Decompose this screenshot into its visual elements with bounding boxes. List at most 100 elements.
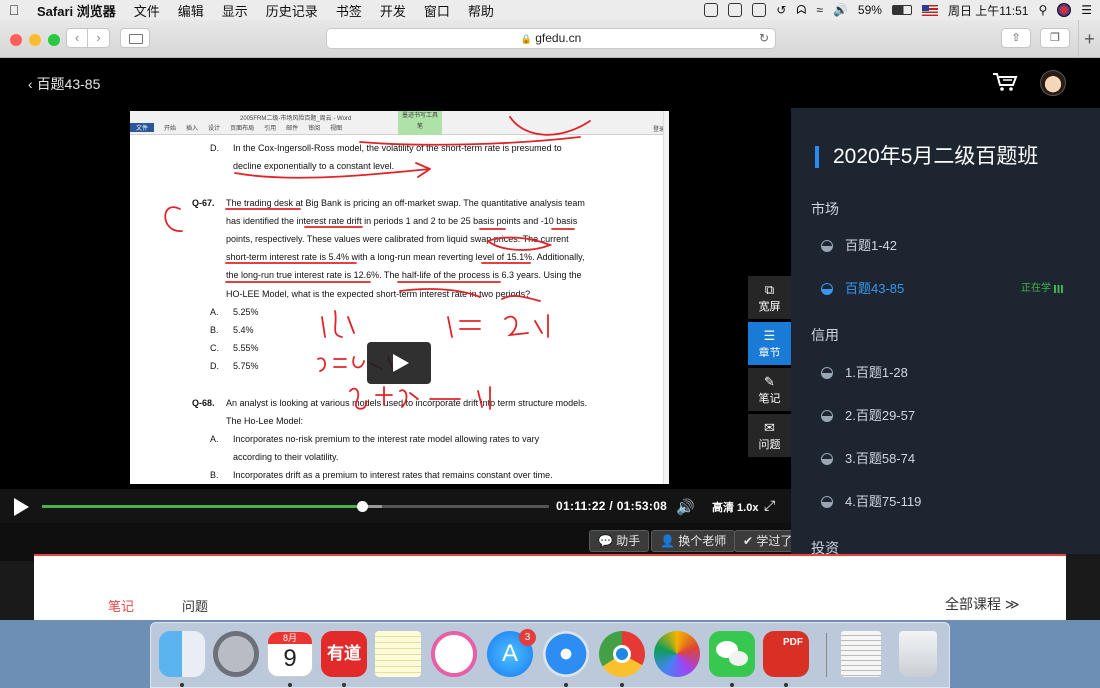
siri-icon[interactable] <box>1057 3 1072 17</box>
word-tab: 页面布局 <box>230 126 255 132</box>
chapter-item[interactable]: 4.百题75-119 <box>821 492 1091 512</box>
widescreen-label: 宽屏 <box>758 301 781 313</box>
reload-icon[interactable]: ↻ <box>759 29 769 48</box>
lock-icon: 🔒 <box>520 34 532 44</box>
menu-edit[interactable]: 编辑 <box>169 1 213 20</box>
chapter-button[interactable]: ☰ 章节 <box>748 322 791 365</box>
option-text: 5.4% <box>233 324 254 335</box>
chrome-app-icon[interactable] <box>599 631 645 677</box>
menu-file[interactable]: 文件 <box>125 1 169 20</box>
option-letter: B. <box>210 324 219 335</box>
input-source-flag-icon[interactable] <box>921 4 938 16</box>
course-page: ‹ 百题43-85 2005FRM二级-市场风险百题_周云 - Word 文件 … <box>0 58 1100 620</box>
minimize-window-button[interactable] <box>29 34 41 46</box>
assistant-button[interactable]: 💬 助手 <box>589 530 650 552</box>
menubar-clock[interactable]: 周日 上午11:51 <box>948 2 1028 19</box>
notification-center-icon[interactable]: ☰ <box>1081 3 1092 17</box>
battery-percent[interactable]: 59% <box>858 3 882 17</box>
chevron-left-icon: ‹ <box>28 76 33 92</box>
chapter-item[interactable]: 百题1-42 <box>821 236 1091 256</box>
photos-app-icon[interactable] <box>654 631 700 677</box>
finder-icon[interactable] <box>159 631 205 677</box>
share-button[interactable]: ⇧ <box>1001 28 1031 48</box>
ink-tool-tab: 墨迹书写工具 笔 <box>398 111 442 135</box>
pdf-expert-icon[interactable]: PDF <box>763 631 809 677</box>
video-player[interactable]: 2005FRM二级-市场风险百题_周云 - Word 文件 开始 插入 设计 页… <box>0 108 791 554</box>
question-button[interactable]: ✉ 问题 <box>748 414 791 457</box>
widescreen-button[interactable]: ⧉ 宽屏 <box>748 276 791 319</box>
section-header: 投资 <box>811 540 839 554</box>
music-app-icon[interactable] <box>431 631 477 677</box>
status-app-icon[interactable] <box>704 3 719 17</box>
volume-icon[interactable]: 🔊 <box>676 498 695 516</box>
close-window-button[interactable] <box>10 34 22 46</box>
chapter-item[interactable]: 2.百题29-57 <box>821 406 1091 426</box>
pdf-label: PDF <box>783 637 803 648</box>
menu-view[interactable]: 显示 <box>213 1 257 20</box>
spotlight-search-icon[interactable]: ⚲ <box>1038 3 1047 17</box>
menu-history[interactable]: 历史记录 <box>257 1 327 20</box>
calendar-month: 8月 <box>268 632 312 644</box>
downloads-stack-icon[interactable] <box>841 631 881 677</box>
volume-icon[interactable]: 🔊 <box>833 3 848 17</box>
menu-develop[interactable]: 开发 <box>371 1 415 20</box>
tabs-overview-button[interactable]: ❐ <box>1040 28 1070 48</box>
word-tab: 邮件 <box>286 126 299 132</box>
play-pause-button[interactable] <box>14 498 29 516</box>
chapter-item[interactable]: 3.百题58-74 <box>821 449 1091 469</box>
notes-label: 笔记 <box>758 393 781 405</box>
forward-button[interactable]: › <box>88 28 110 48</box>
user-avatar[interactable] <box>1040 70 1066 96</box>
word-tab: 插入 <box>186 126 199 132</box>
quality-speed-button[interactable]: 高清 1.0x <box>712 499 758 515</box>
time-display: 01:11:22 / 01:53:08 <box>556 499 667 513</box>
youdao-dictionary-icon[interactable]: 有道 <box>321 631 367 677</box>
doc-line: The trading desk at Big Bank is pricing … <box>226 197 585 208</box>
wechat-app-icon[interactable] <box>709 631 755 677</box>
time-machine-icon[interactable]: ↺ <box>776 3 786 17</box>
doc-line: points, respectively. These values were … <box>226 233 569 244</box>
video-frame-word-document: 2005FRM二级-市场风险百题_周云 - Word 文件 开始 插入 设计 页… <box>130 111 669 484</box>
zoom-window-button[interactable] <box>48 34 60 46</box>
back-button[interactable]: ‹ <box>66 28 88 48</box>
question-icon: ✉ <box>764 420 775 435</box>
playing-bars-icon <box>1054 285 1063 293</box>
switch-teacher-button[interactable]: 👤 换个老师 <box>651 530 736 552</box>
option-text: Incorporates drift as a premium to inter… <box>233 470 553 481</box>
status-search-app-icon[interactable] <box>752 3 767 17</box>
notes-app-icon[interactable] <box>375 631 421 677</box>
fullscreen-icon[interactable]: ⤢ <box>764 497 775 514</box>
back-to-course-link[interactable]: ‹ 百题43-85 <box>28 74 100 94</box>
calendar-icon[interactable]: 8月 9 <box>267 631 313 677</box>
progress-handle[interactable] <box>356 501 368 512</box>
address-bar[interactable]: 🔒 gfedu.cn ↻ <box>326 28 776 49</box>
wechat-bubble-icon <box>729 651 748 666</box>
sidebar-toggle-button[interactable] <box>120 28 150 48</box>
safari-app-icon[interactable] <box>543 631 589 677</box>
menu-window[interactable]: 窗口 <box>415 1 459 20</box>
chapter-item-label: 3.百题58-74 <box>845 451 916 466</box>
doc-line: HO-LEE Model, what is the expected short… <box>226 288 531 299</box>
trash-icon[interactable] <box>899 631 937 677</box>
progress-bar[interactable] <box>42 501 549 512</box>
cart-icon[interactable] <box>992 72 1018 92</box>
bluetooth-icon[interactable]: ᗣ <box>796 3 806 18</box>
wifi-icon[interactable]: ≈ <box>816 3 823 17</box>
tab-notes[interactable]: 笔记 <box>108 596 134 615</box>
notes-button[interactable]: ✎ 笔记 <box>748 368 791 411</box>
big-play-button[interactable] <box>367 342 431 384</box>
chapter-item-current[interactable]: 百题43-85 正在学 <box>821 279 1091 299</box>
menu-bookmarks[interactable]: 书签 <box>327 1 371 20</box>
menu-help[interactable]: 帮助 <box>459 1 503 20</box>
menu-app-name[interactable]: Safari 浏览器 <box>28 1 125 20</box>
chat-icon: 💬 <box>598 534 613 548</box>
chapter-item[interactable]: 1.百题1-28 <box>821 363 1091 383</box>
new-tab-button[interactable]: + <box>1078 20 1100 58</box>
status-app-icon-2[interactable] <box>728 3 743 17</box>
launchpad-icon[interactable] <box>213 631 259 677</box>
doc-line: The Ho-Lee Model: <box>226 415 304 426</box>
tab-questions[interactable]: 问题 <box>182 596 208 615</box>
apple-icon[interactable]:  <box>0 2 28 18</box>
word-tab: 引用 <box>264 126 277 132</box>
all-courses-link[interactable]: 全部课程 ≫ <box>945 594 1020 614</box>
